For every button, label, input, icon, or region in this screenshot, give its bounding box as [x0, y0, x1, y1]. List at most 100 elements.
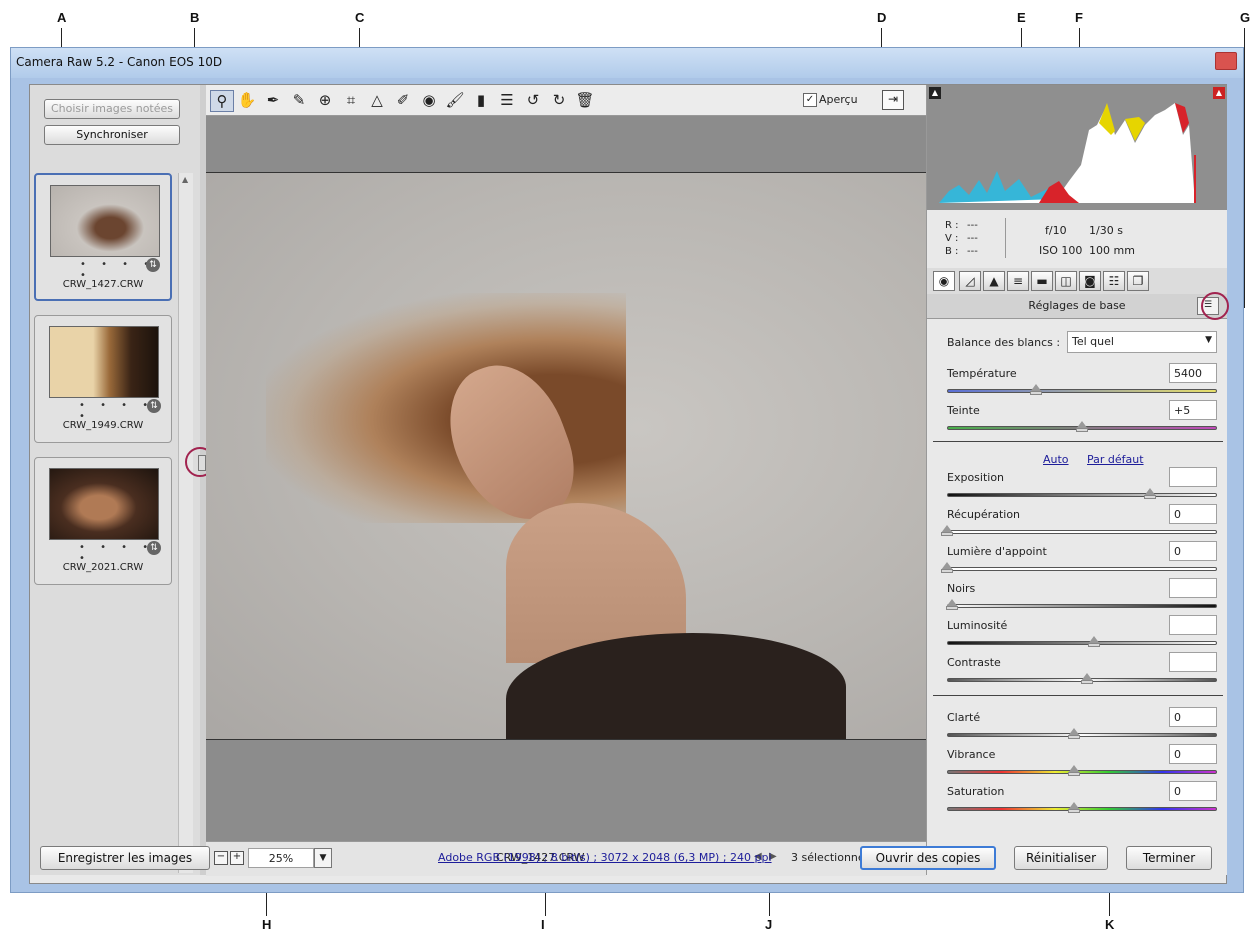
- select-rated-button[interactable]: Choisir images notées: [44, 99, 180, 119]
- callout-b: B: [190, 10, 200, 25]
- zoom-level-field[interactable]: 25%: [248, 848, 314, 868]
- slider-value-field[interactable]: 0: [1169, 781, 1217, 801]
- close-icon[interactable]: [1215, 52, 1237, 70]
- slider-thumb-base[interactable]: [946, 606, 958, 610]
- slider-track[interactable]: [947, 733, 1217, 737]
- slider-track[interactable]: [947, 493, 1217, 497]
- thumbnail-filename: CRW_1949.CRW: [62, 420, 144, 431]
- hsl-tab-icon[interactable]: ≡: [1007, 271, 1029, 291]
- splitter-grip-icon[interactable]: [198, 455, 206, 471]
- zoom-out-icon[interactable]: −: [214, 851, 228, 865]
- crop-tool-icon[interactable]: ⌗: [340, 90, 362, 110]
- white-balance-tool-icon[interactable]: ✒: [262, 90, 284, 110]
- readout-divider: [1005, 218, 1006, 258]
- slider-label: Clarté: [947, 711, 981, 724]
- synchronize-button[interactable]: Synchroniser: [44, 125, 180, 145]
- slider-thumb-base[interactable]: [1068, 772, 1080, 776]
- b-label: B :: [945, 246, 959, 257]
- slider-track[interactable]: [947, 604, 1217, 608]
- preferences-tool-icon[interactable]: ☰: [496, 90, 518, 110]
- slider-value-field[interactable]: 0: [1169, 744, 1217, 764]
- save-images-button[interactable]: Enregistrer les images: [40, 846, 210, 870]
- focal-length-value: 100 mm: [1089, 244, 1135, 257]
- slider-value-field[interactable]: +5: [1169, 400, 1217, 420]
- slider-thumb-base[interactable]: [1076, 428, 1088, 432]
- slider-thumb-base[interactable]: [1068, 809, 1080, 813]
- callout-h: H: [262, 917, 272, 932]
- wb-select[interactable]: Tel quel ▼: [1067, 331, 1217, 353]
- detail-tab-icon[interactable]: ▲: [983, 271, 1005, 291]
- trash-tool-icon[interactable]: 🗑: [574, 90, 596, 110]
- aperture-value: f/10: [1045, 224, 1067, 237]
- tone-sliders: Exposition Récupération 0 Lumière d'appoint…: [941, 467, 1227, 691]
- zoom-in-icon[interactable]: +: [230, 851, 244, 865]
- slider-label: Exposition: [947, 471, 1005, 484]
- rotate-cw-tool-icon[interactable]: ↻: [548, 90, 570, 110]
- slider-value-field[interactable]: 0: [1169, 541, 1217, 561]
- default-link[interactable]: Par défaut: [1087, 453, 1144, 466]
- preview-area[interactable]: [206, 116, 926, 841]
- callout-c: C: [355, 10, 365, 25]
- slider-thumb-base[interactable]: [941, 532, 953, 536]
- snapshots-tab-icon[interactable]: ❐: [1127, 271, 1149, 291]
- zoom-dropdown-icon[interactable]: ▼: [314, 848, 332, 868]
- rotate-ccw-tool-icon[interactable]: ↺: [522, 90, 544, 110]
- done-button[interactable]: Terminer: [1126, 846, 1212, 870]
- slider-thumb-base[interactable]: [1144, 495, 1156, 499]
- workflow-options-link[interactable]: Adobe RGB (1998) ; 8 bit(s) ; 3072 x 204…: [438, 851, 772, 864]
- lens-corrections-tab-icon[interactable]: ◫: [1055, 271, 1077, 291]
- slider-track[interactable]: [947, 807, 1217, 811]
- slider-value-field[interactable]: 0: [1169, 504, 1217, 524]
- zoom-tool-icon[interactable]: ⚲: [210, 90, 234, 112]
- slider-thumb-base[interactable]: [1030, 391, 1042, 395]
- slider-thumb-base[interactable]: [1088, 643, 1100, 647]
- spot-removal-tool-icon[interactable]: ✐: [392, 90, 414, 110]
- auto-link[interactable]: Auto: [1043, 453, 1069, 466]
- red-eye-tool-icon[interactable]: ◉: [418, 90, 440, 110]
- histogram: ▲ ▲: [927, 85, 1227, 210]
- presets-tab-icon[interactable]: ☷: [1103, 271, 1125, 291]
- color-sampler-tool-icon[interactable]: ✎: [288, 90, 310, 110]
- slider-value-field[interactable]: 0: [1169, 707, 1217, 727]
- hand-tool-icon[interactable]: ✋: [236, 90, 258, 110]
- slider-thumb-base[interactable]: [1081, 680, 1093, 684]
- adjustment-brush-tool-icon[interactable]: 🖌: [444, 90, 466, 110]
- slider-label: Luminosité: [947, 619, 1008, 632]
- camera-calibration-tab-icon[interactable]: ◙: [1079, 271, 1101, 291]
- fullscreen-toggle-icon[interactable]: ⇥: [882, 90, 904, 110]
- slider-thumb-base[interactable]: [941, 569, 953, 573]
- open-copies-button[interactable]: Ouvrir des copies: [860, 846, 996, 870]
- straighten-tool-icon[interactable]: △: [366, 90, 388, 110]
- filmstrip-thumbnail[interactable]: • • • • • ⇅ CRW_2021.CRW: [34, 457, 172, 585]
- wb-value: Tel quel: [1072, 335, 1114, 348]
- slider-value-field[interactable]: 5400: [1169, 363, 1217, 383]
- slider-track[interactable]: [947, 389, 1217, 393]
- slider-label: Vibrance: [947, 748, 996, 761]
- slider-value-field[interactable]: [1169, 652, 1217, 672]
- slider-value-field[interactable]: [1169, 467, 1217, 487]
- scroll-up-icon[interactable]: ▲: [182, 175, 188, 184]
- slider-track[interactable]: [947, 530, 1217, 534]
- basic-tab-icon[interactable]: ◉: [933, 271, 955, 291]
- filmstrip-thumbnail[interactable]: • • • • • ⇅ CRW_1949.CRW: [34, 315, 172, 443]
- title-bar[interactable]: Camera Raw 5.2 - Canon EOS 10D: [11, 48, 1243, 78]
- split-toning-tab-icon[interactable]: ▬: [1031, 271, 1053, 291]
- slider-thumb-base[interactable]: [1068, 735, 1080, 739]
- slider-track[interactable]: [947, 641, 1217, 645]
- filmstrip-scrollbar[interactable]: ▲ ▼: [178, 173, 193, 873]
- callout-j: J: [765, 917, 773, 932]
- slider-row: Lumière d'appoint 0: [941, 541, 1227, 581]
- slider-value-field[interactable]: [1169, 615, 1217, 635]
- slider-row: Teinte +5: [941, 400, 1227, 440]
- preview-checkbox[interactable]: ✓: [803, 93, 817, 107]
- targeted-adjustment-tool-icon[interactable]: ⊕: [314, 90, 336, 110]
- reset-button[interactable]: Réinitialiser: [1014, 846, 1108, 870]
- slider-value-field[interactable]: [1169, 578, 1217, 598]
- graduated-filter-tool-icon[interactable]: ▮: [470, 90, 492, 110]
- thumbnail-filename: CRW_2021.CRW: [62, 562, 144, 573]
- tone-curve-tab-icon[interactable]: ◿: [959, 271, 981, 291]
- slider-track[interactable]: [947, 770, 1217, 774]
- hair-shape: [266, 293, 626, 523]
- filmstrip-thumbnail[interactable]: • • • • • ⇅ CRW_1427.CRW: [34, 173, 172, 301]
- slider-track[interactable]: [947, 567, 1217, 571]
